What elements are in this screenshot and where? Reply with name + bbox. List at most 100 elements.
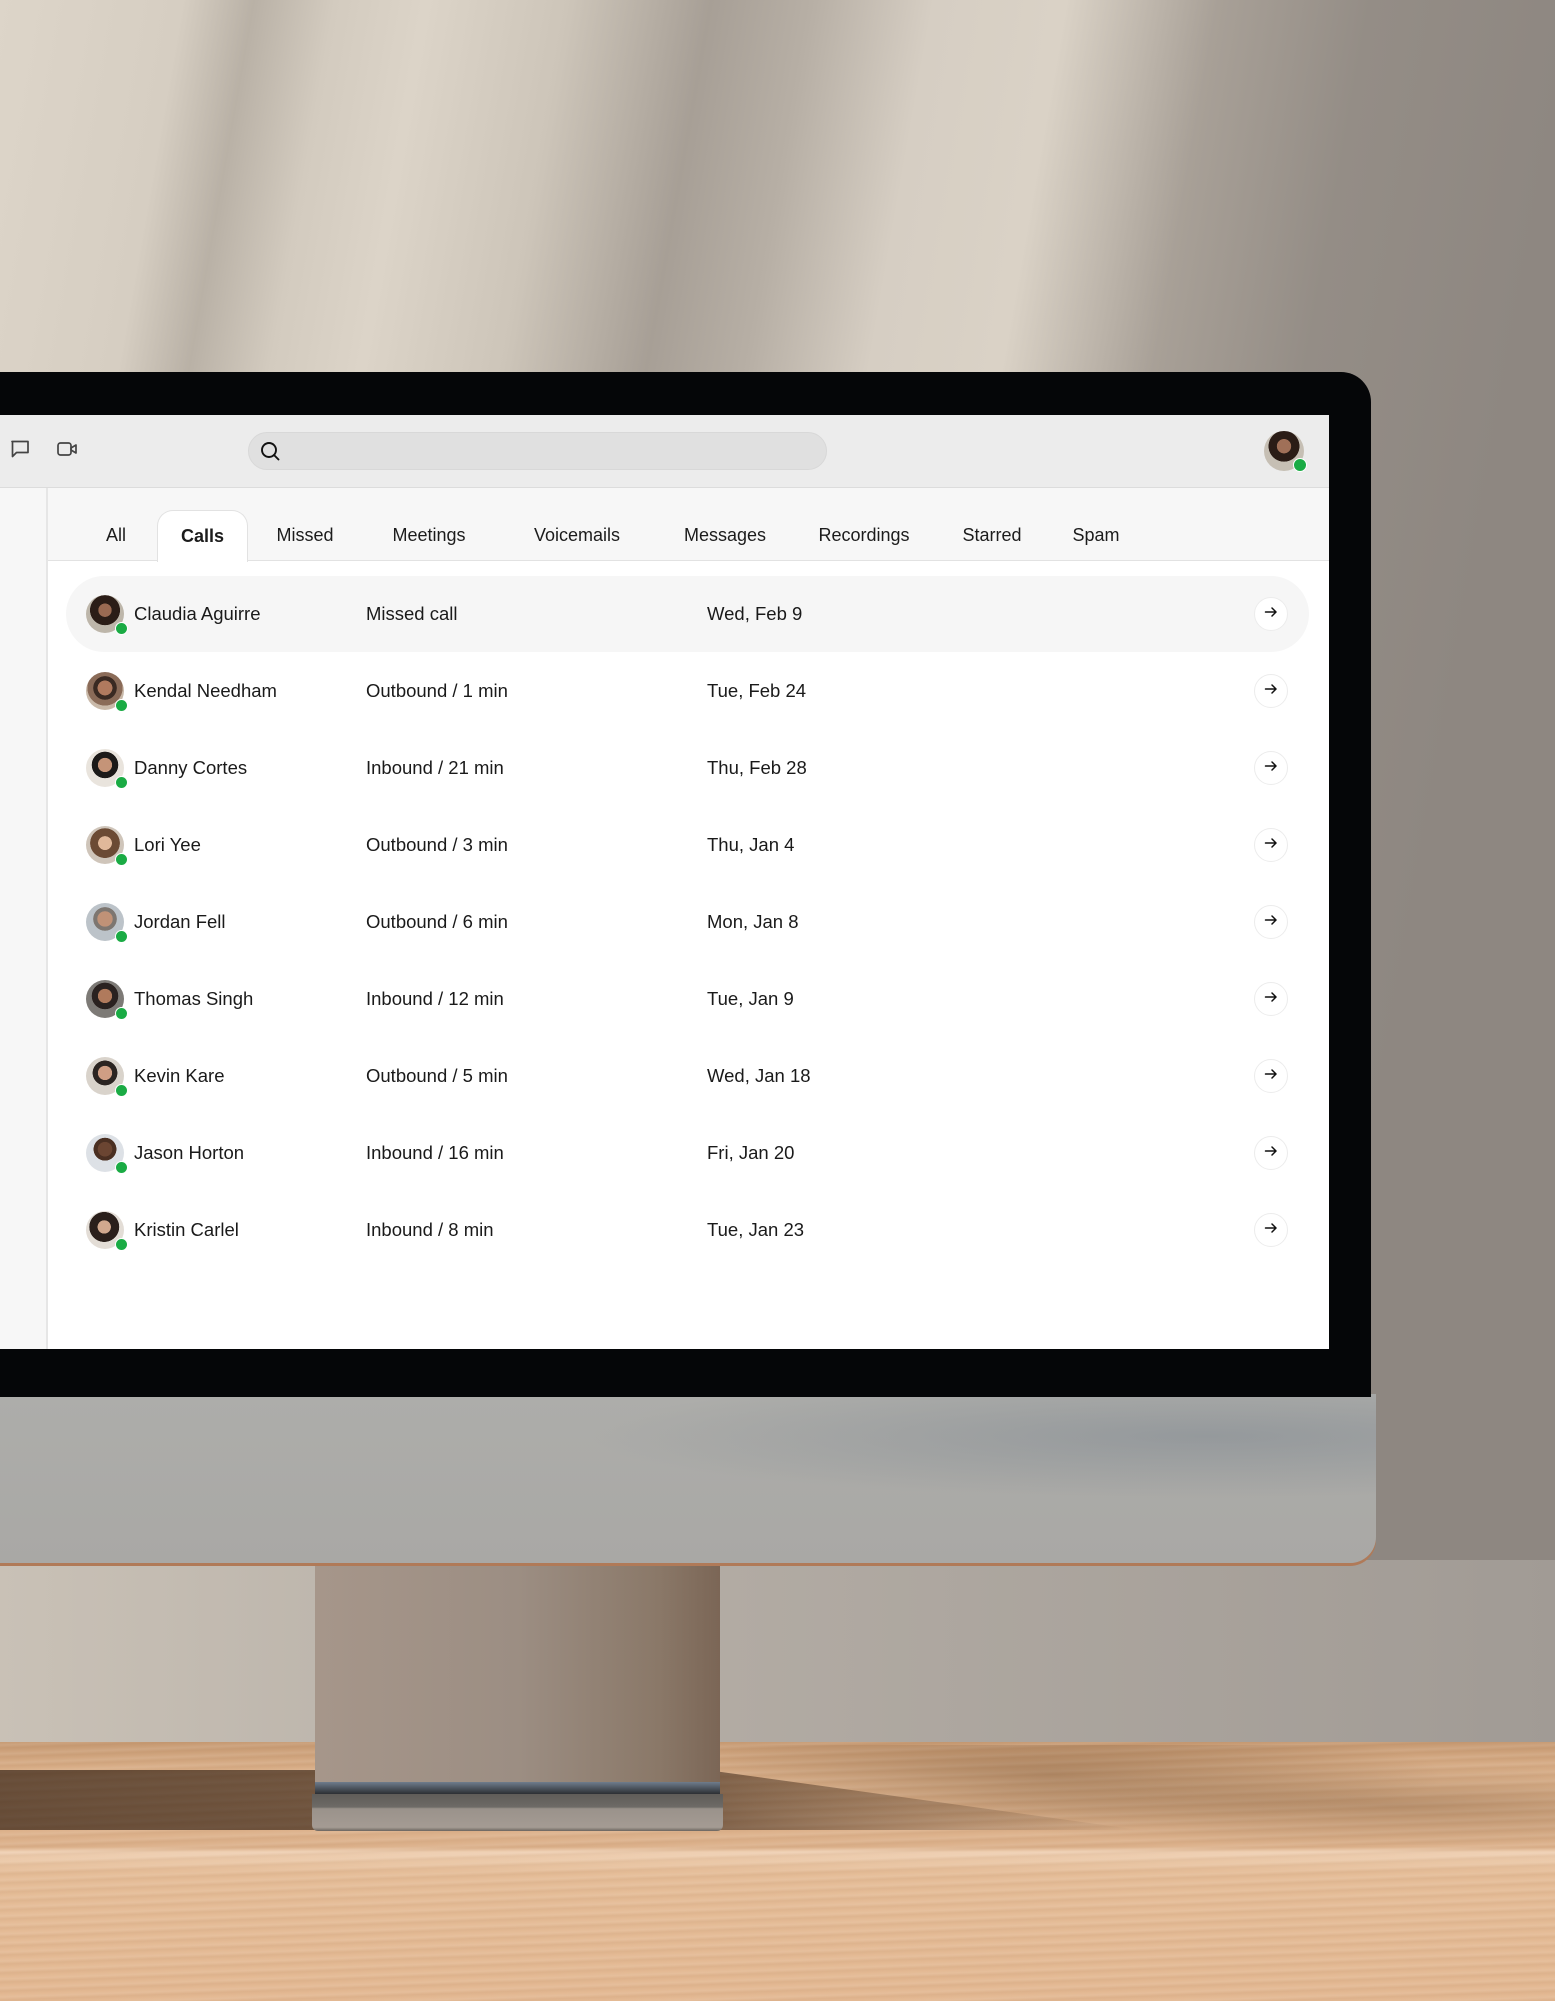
contact-name: Kendal Needham xyxy=(134,680,277,701)
call-detail: Inbound / 12 min xyxy=(366,988,504,1009)
call-row[interactable]: Kendal Needham Outbound / 1 min Tue, Feb 2… xyxy=(66,653,1309,729)
open-call-button[interactable] xyxy=(1254,597,1288,631)
call-detail: Missed call xyxy=(366,603,458,624)
search-input[interactable] xyxy=(281,433,826,469)
contact-name: Danny Cortes xyxy=(134,757,248,778)
arrow-right-icon xyxy=(1264,990,1278,1009)
call-date: Tue, Jan 23 xyxy=(707,1219,805,1240)
call-row[interactable]: Kristin Carlel Inbound / 8 min Tue, Jan 23 xyxy=(66,1192,1309,1268)
call-detail: Outbound / 5 min xyxy=(366,1065,508,1086)
sidebar xyxy=(0,488,48,1349)
video-camera-icon xyxy=(56,438,80,465)
online-status-icon xyxy=(115,1161,128,1174)
online-status-icon xyxy=(115,930,128,943)
online-status-icon xyxy=(115,776,128,789)
arrow-right-icon xyxy=(1264,1221,1278,1240)
call-date: Tue, Feb 24 xyxy=(707,680,807,701)
chat-icon xyxy=(9,438,31,465)
user-online-status-icon xyxy=(1293,458,1307,472)
contact-name: Thomas Singh xyxy=(134,988,254,1009)
open-call-button[interactable] xyxy=(1254,1136,1288,1170)
online-status-icon xyxy=(115,853,128,866)
online-status-icon xyxy=(115,1238,128,1251)
tab-missed[interactable]: Missed xyxy=(248,510,362,561)
tab-voicemails[interactable]: Voicemails xyxy=(496,510,658,561)
tab-starred[interactable]: Starred xyxy=(936,510,1048,561)
contact-name: Lori Yee xyxy=(134,834,201,855)
monitor-stand-base xyxy=(312,1794,723,1831)
call-detail: Inbound / 16 min xyxy=(366,1142,504,1163)
tab-label: Voicemails xyxy=(533,525,621,545)
tab-label: All xyxy=(105,525,126,545)
tab-label: Missed xyxy=(276,525,334,545)
call-date: Thu, Jan 4 xyxy=(707,834,795,855)
tab-spam[interactable]: Spam xyxy=(1048,510,1144,561)
call-row[interactable]: Claudia Aguirre Missed call Wed, Feb 9 xyxy=(66,576,1309,652)
app-window: All Calls Missed Meetings Voicemails Messages… xyxy=(0,415,1329,1349)
call-date: Fri, Jan 20 xyxy=(707,1142,795,1163)
user-avatar[interactable] xyxy=(1264,431,1307,472)
open-call-button[interactable] xyxy=(1254,828,1288,862)
open-call-button[interactable] xyxy=(1254,982,1288,1016)
background-wall-lower xyxy=(0,1560,1555,1745)
arrow-right-icon xyxy=(1264,1144,1278,1163)
contact-avatar xyxy=(86,1134,128,1174)
tab-label: Messages xyxy=(683,525,767,545)
online-status-icon xyxy=(115,1007,128,1020)
search-bar[interactable] xyxy=(248,432,827,470)
contact-avatar xyxy=(86,903,128,943)
monitor-stand-hinge xyxy=(315,1782,720,1794)
tab-label: Recordings xyxy=(818,525,910,545)
online-status-icon xyxy=(115,1084,128,1097)
open-call-button[interactable] xyxy=(1254,751,1288,785)
contact-avatar xyxy=(86,749,128,789)
call-date: Wed, Feb 9 xyxy=(707,603,803,624)
call-detail: Outbound / 3 min xyxy=(366,834,508,855)
contact-avatar xyxy=(86,1057,128,1097)
arrow-right-icon xyxy=(1264,836,1278,855)
tab-label: Starred xyxy=(962,525,1022,545)
open-call-button[interactable] xyxy=(1254,1059,1288,1093)
monitor-stand xyxy=(315,1562,720,1792)
video-call-button[interactable] xyxy=(56,439,80,463)
contact-avatar xyxy=(86,826,128,866)
contact-avatar xyxy=(86,672,128,712)
call-date: Thu, Feb 28 xyxy=(707,757,807,778)
contact-avatar xyxy=(86,980,128,1020)
call-row[interactable]: Danny Cortes Inbound / 21 min Thu, Feb 28 xyxy=(66,730,1309,806)
call-row[interactable]: Thomas Singh Inbound / 12 min Tue, Jan 9 xyxy=(66,961,1309,1037)
filter-tabs: All Calls Missed Meetings Voicemails Messages… xyxy=(48,488,1329,562)
contact-name: Jason Horton xyxy=(134,1142,245,1163)
open-call-button[interactable] xyxy=(1254,674,1288,708)
call-detail: Inbound / 21 min xyxy=(366,757,504,778)
call-detail: Outbound / 1 min xyxy=(366,680,508,701)
monitor-chin xyxy=(0,1394,1376,1563)
arrow-right-icon xyxy=(1264,913,1278,932)
call-row[interactable]: Lori Yee Outbound / 3 min Thu, Jan 4 xyxy=(66,807,1309,883)
contact-name: Jordan Fell xyxy=(134,911,226,932)
arrow-right-icon xyxy=(1264,605,1278,624)
tab-label: Spam xyxy=(1072,525,1120,545)
call-row[interactable]: Kevin Kare Outbound / 5 min Wed, Jan 18 xyxy=(66,1038,1309,1114)
contact-avatar xyxy=(86,1211,128,1251)
chat-button[interactable] xyxy=(8,439,32,463)
contact-name: Kevin Kare xyxy=(134,1065,225,1086)
call-date: Wed, Jan 18 xyxy=(707,1065,811,1086)
call-list: Claudia Aguirre Missed call Wed, Feb 9 Kend… xyxy=(48,561,1329,1349)
contact-name: Claudia Aguirre xyxy=(134,603,261,624)
tab-recordings[interactable]: Recordings xyxy=(792,510,936,561)
tab-all[interactable]: All xyxy=(90,510,142,561)
call-detail: Inbound / 8 min xyxy=(366,1219,494,1240)
tab-meetings[interactable]: Meetings xyxy=(362,510,496,561)
arrow-right-icon xyxy=(1264,682,1278,701)
tab-messages[interactable]: Messages xyxy=(658,510,792,561)
call-row[interactable]: Jason Horton Inbound / 16 min Fri, Jan 20 xyxy=(66,1115,1309,1191)
online-status-icon xyxy=(115,622,128,635)
call-detail: Outbound / 6 min xyxy=(366,911,508,932)
open-call-button[interactable] xyxy=(1254,1213,1288,1247)
call-row[interactable]: Jordan Fell Outbound / 6 min Mon, Jan 8 xyxy=(66,884,1309,960)
arrow-right-icon xyxy=(1264,1067,1278,1086)
open-call-button[interactable] xyxy=(1254,905,1288,939)
call-date: Mon, Jan 8 xyxy=(707,911,799,932)
tab-calls[interactable]: Calls xyxy=(157,510,248,562)
